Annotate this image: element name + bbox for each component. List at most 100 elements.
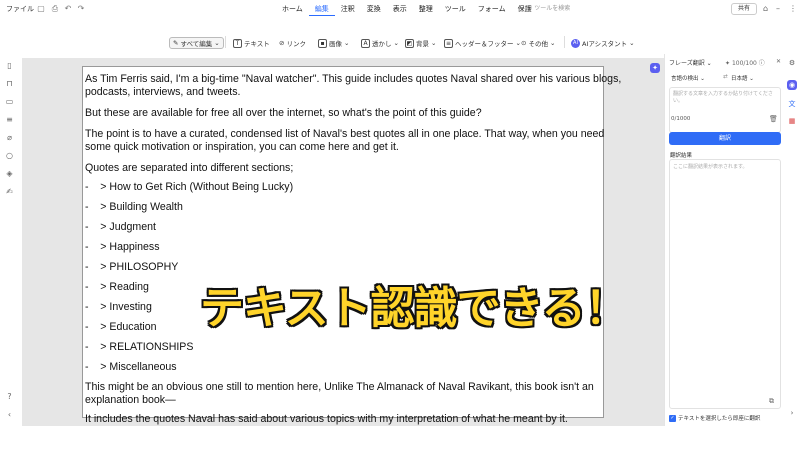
edit-toolbar: ✎ すべて編集 ⌄ T テキスト ⊘ リンク ▪ 画像 ⌄ A 透かし ⌄ ◩ … bbox=[0, 34, 800, 52]
paragraph[interactable]: The point is to have a curated, condense… bbox=[85, 128, 604, 141]
list-item[interactable]: - > Building Wealth bbox=[85, 201, 183, 213]
link-label: リンク bbox=[286, 40, 306, 48]
header-footer-label: ヘッダー＆フッター bbox=[455, 40, 514, 48]
list-item[interactable]: - > How to Get Rich (Without Being Lucky… bbox=[85, 181, 293, 193]
paragraph[interactable]: explanation book— bbox=[85, 394, 176, 407]
auto-translate-toggle[interactable]: ✓ テキストを選択したら即座に翻訳 bbox=[669, 414, 760, 422]
list-item[interactable]: - > Judgment bbox=[85, 221, 156, 233]
tab-edit[interactable]: 編集 bbox=[308, 3, 335, 16]
paragraph[interactable]: This might be an obvious one still to me… bbox=[85, 381, 594, 394]
undo-icon[interactable]: ↶ bbox=[63, 4, 73, 14]
search-input[interactable]: ツールを検索 bbox=[534, 3, 570, 12]
list-item[interactable]: - > Miscellaneous bbox=[85, 361, 177, 373]
list-item[interactable]: - > Education bbox=[85, 321, 157, 333]
source-lang-label: 言語の検出 bbox=[671, 76, 699, 82]
toolbar-divider bbox=[225, 36, 226, 48]
menu-bar: ファイル ▢ ⎙ ↶ ↷ ホーム 編集 注釈 変換 表示 整理 ツール フォーム… bbox=[0, 0, 800, 20]
page-thumbnails-icon[interactable]: ▯ bbox=[5, 61, 14, 70]
language-row: 言語の検出 ⌄ ⇄ 日本語 ⌄ bbox=[669, 74, 781, 84]
header-footer-button[interactable]: ≡ ヘッダー＆フッター ⌄ bbox=[444, 37, 521, 49]
add-text-button[interactable]: T テキスト bbox=[233, 37, 270, 49]
header-footer-icon: ≡ bbox=[444, 38, 453, 48]
paragraph[interactable]: It includes the quotes Naval has said ab… bbox=[85, 413, 568, 426]
tab-organize[interactable]: 整理 bbox=[413, 3, 439, 16]
result-label: 翻訳結果 bbox=[670, 153, 693, 159]
swap-icon[interactable]: ⇄ bbox=[723, 74, 728, 80]
attachment-icon[interactable]: ⌀ bbox=[5, 133, 14, 142]
collapse-right-icon[interactable]: › bbox=[787, 408, 797, 418]
edit-all-button[interactable]: ✎ すべて編集 ⌄ bbox=[169, 37, 224, 49]
link-icon: ⊘ bbox=[279, 39, 285, 47]
share-button[interactable]: 共有 bbox=[731, 3, 757, 15]
more-tools-button[interactable]: ⊙ その他 ⌄ bbox=[521, 37, 555, 49]
list-item[interactable]: - > RELATIONSHIPS bbox=[85, 341, 193, 353]
file-menu[interactable]: ファイル bbox=[6, 4, 34, 14]
ai-float-icon[interactable]: ✦ bbox=[650, 63, 660, 73]
checkbox-checked-icon[interactable]: ✓ bbox=[669, 414, 676, 422]
save-icon[interactable]: ▢ bbox=[36, 4, 46, 14]
settings-sliders-icon[interactable]: ⚙ bbox=[787, 58, 797, 68]
ai-assistant-button[interactable]: AI AIアシスタント ⌄ bbox=[571, 37, 635, 49]
add-link-button[interactable]: ⊘ リンク bbox=[279, 37, 306, 49]
ai-chat-icon[interactable]: ◉ bbox=[787, 80, 797, 90]
search-icon[interactable]: ○ bbox=[5, 151, 14, 160]
watermark-icon: A bbox=[361, 38, 370, 48]
add-image-button[interactable]: ▪ 画像 ⌄ bbox=[318, 37, 349, 49]
ai-assistant-label: AIアシスタント bbox=[582, 40, 628, 48]
bookmark-icon[interactable]: ⊓ bbox=[5, 79, 14, 88]
paragraph[interactable]: some quick motivation or inspiration, yo… bbox=[85, 141, 399, 154]
comment-icon[interactable]: ▭ bbox=[5, 97, 14, 106]
trash-icon[interactable]: 🗑 bbox=[769, 115, 778, 123]
layers-icon[interactable]: ≡ bbox=[5, 115, 14, 124]
tab-convert[interactable]: 変換 bbox=[361, 3, 387, 16]
paragraph[interactable]: Quotes are separated into different sect… bbox=[85, 162, 293, 175]
source-language-select[interactable]: 言語の検出 ⌄ bbox=[671, 74, 705, 82]
minimize-icon[interactable]: – bbox=[776, 4, 780, 13]
edit-all-label: すべて編集 bbox=[180, 40, 213, 48]
collapse-left-icon[interactable]: ‹ bbox=[5, 410, 14, 419]
translate-input[interactable]: 翻訳する文章を入力するか貼り付けてください。 bbox=[669, 87, 781, 133]
chevron-down-icon: ⌄ bbox=[344, 39, 350, 47]
help-icon[interactable]: ? bbox=[5, 392, 14, 401]
tab-home[interactable]: ホーム bbox=[276, 3, 309, 16]
paragraph[interactable]: But these are available for free all ove… bbox=[85, 107, 482, 120]
translate-mode-select[interactable]: フレーズ翻訳 ⌄ bbox=[669, 58, 712, 67]
pencil-icon: ✎ bbox=[173, 39, 179, 47]
translate-button[interactable]: 翻訳 bbox=[669, 132, 781, 145]
background-button[interactable]: ◩ 背景 ⌄ bbox=[405, 37, 436, 49]
chevron-down-icon: ⌄ bbox=[393, 39, 399, 47]
ai-icon: AI bbox=[571, 38, 580, 48]
signature-icon[interactable]: ✍ bbox=[5, 187, 14, 196]
translate-icon[interactable]: 文 bbox=[787, 99, 797, 109]
stack-icon[interactable]: ◈ bbox=[5, 169, 14, 178]
other-label: その他 bbox=[528, 40, 548, 48]
tab-annotate[interactable]: 注釈 bbox=[335, 3, 361, 16]
list-item[interactable]: - > Happiness bbox=[85, 241, 160, 253]
tab-view[interactable]: 表示 bbox=[387, 3, 413, 16]
tab-tools[interactable]: ツール bbox=[439, 3, 472, 16]
print-icon[interactable]: ⎙ bbox=[50, 4, 60, 14]
translate-panel: フレーズ翻訳 ⌄ ✦ 100/100 ⓘ ✕ 言語の検出 ⌄ ⇄ 日本語 ⌄ 翻… bbox=[664, 54, 784, 426]
watermark-button[interactable]: A 透かし ⌄ bbox=[361, 37, 399, 49]
main-tabs: ホーム 編集 注釈 変換 表示 整理 ツール フォーム 保護 bbox=[276, 3, 538, 16]
paragraph[interactable]: As Tim Ferris said, I'm a big-time "Nava… bbox=[85, 73, 621, 86]
close-icon[interactable]: ✕ bbox=[776, 58, 781, 65]
more-icon[interactable]: ⋮ bbox=[789, 4, 797, 13]
auto-translate-label: テキストを選択したら即座に翻訳 bbox=[678, 416, 761, 422]
account-icon[interactable]: ⌂ bbox=[763, 4, 768, 13]
tab-form[interactable]: フォーム bbox=[472, 3, 512, 16]
redo-icon[interactable]: ↷ bbox=[76, 4, 86, 14]
list-item[interactable]: - > PHILOSOPHY bbox=[85, 261, 178, 273]
paragraph[interactable]: podcasts, interviews, and tweets. bbox=[85, 86, 240, 99]
ocr-icon[interactable]: ▦ bbox=[787, 116, 797, 126]
list-item[interactable]: - > Investing bbox=[85, 301, 152, 313]
chevron-down-icon: ⌄ bbox=[629, 39, 635, 47]
image-icon: ▪ bbox=[318, 38, 327, 48]
search-icon: ○ bbox=[527, 4, 533, 11]
target-language-select[interactable]: 日本語 ⌄ bbox=[731, 74, 754, 82]
document-viewport[interactable]: As Tim Ferris said, I'm a big-time "Nava… bbox=[22, 58, 664, 426]
list-item[interactable]: - > Reading bbox=[85, 281, 149, 293]
tool-search[interactable]: ○ ツールを検索 bbox=[527, 3, 570, 12]
copy-icon[interactable]: ⧉ bbox=[769, 397, 774, 406]
pdf-page[interactable]: As Tim Ferris said, I'm a big-time "Nava… bbox=[82, 66, 621, 425]
